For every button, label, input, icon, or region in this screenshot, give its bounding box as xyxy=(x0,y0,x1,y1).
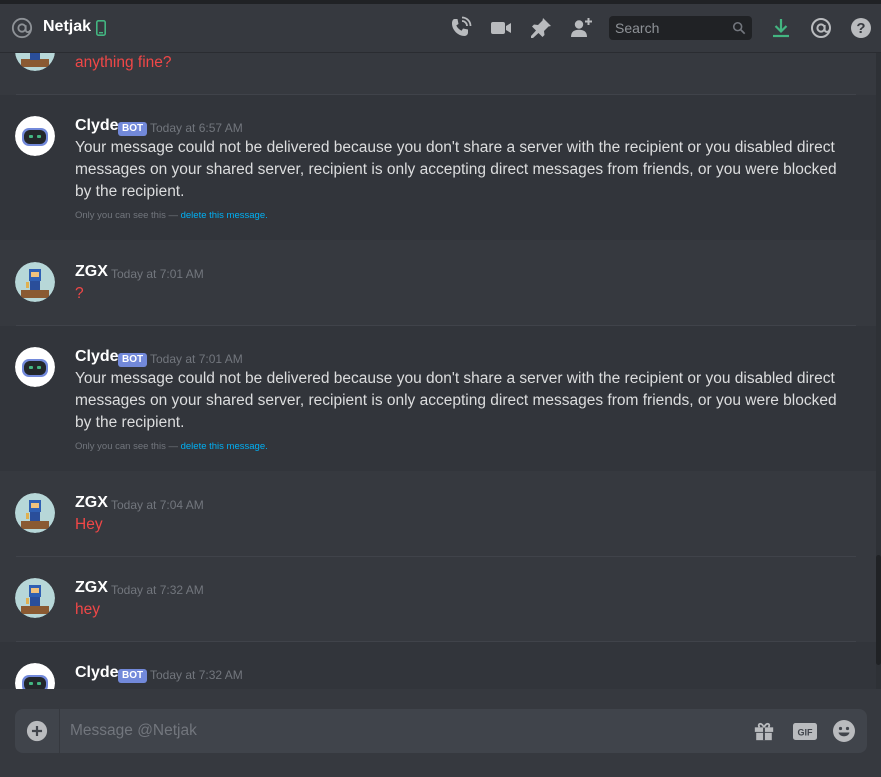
message-text: Hey xyxy=(75,516,103,533)
ephemeral-note: Only you can see this — delete this mess… xyxy=(75,210,268,221)
avatar-zgx-image xyxy=(15,578,55,618)
timestamp: Today at 7:01 AM xyxy=(111,267,204,281)
message-group: ZGX Today at 7:04 AM Hey xyxy=(0,471,876,556)
message-partial: anything fine? xyxy=(0,53,876,94)
delete-message-link[interactable]: delete this message. xyxy=(181,210,268,221)
message-group: Clyde BOT Today at 6:57 AM Your message … xyxy=(0,95,876,240)
search-icon xyxy=(732,21,746,35)
avatar[interactable] xyxy=(15,663,55,689)
timestamp: Today at 7:32 AM xyxy=(150,668,243,682)
bot-badge: BOT xyxy=(118,353,148,367)
avatar-zgx-image xyxy=(15,262,55,302)
mentions-icon[interactable] xyxy=(809,16,833,40)
ephemeral-note-text: Only you can see this — xyxy=(75,441,181,452)
scrollbar-thumb[interactable] xyxy=(876,555,881,665)
search-placeholder: Search xyxy=(615,20,660,36)
avatar[interactable] xyxy=(15,493,55,533)
ephemeral-note-text: Only you can see this — xyxy=(75,210,181,221)
gif-icon-label: GIF xyxy=(798,728,814,738)
delete-message-link[interactable]: delete this message. xyxy=(181,441,268,452)
pin-icon[interactable] xyxy=(529,16,553,40)
timestamp: Today at 7:32 AM xyxy=(111,583,204,597)
message-group: ZGX Today at 7:32 AM hey xyxy=(0,556,876,641)
ephemeral-note: Only you can see this — delete this mess… xyxy=(75,441,268,452)
clyde-avatar-icon xyxy=(15,116,55,156)
message-text: Your message could not be delivered beca… xyxy=(75,139,837,200)
clyde-avatar-icon xyxy=(15,663,55,689)
timestamp: Today at 7:04 AM xyxy=(111,498,204,512)
gift-icon[interactable] xyxy=(753,720,775,742)
avatar[interactable] xyxy=(15,53,55,71)
search-box[interactable]: Search xyxy=(609,16,752,40)
avatar[interactable] xyxy=(15,262,55,302)
avatar[interactable] xyxy=(15,116,55,156)
mobile-icon xyxy=(96,20,106,36)
start-voice-call-icon[interactable] xyxy=(448,16,472,40)
message-group: ZGX Today at 7:01 AM ? xyxy=(0,240,876,325)
avatar[interactable] xyxy=(15,578,55,618)
message-group: Clyde BOT Today at 7:01 AM Your message … xyxy=(0,326,876,471)
channel-header: Netjak Search ? xyxy=(0,4,881,53)
add-friend-icon[interactable] xyxy=(569,16,593,40)
message-text: anything fine? xyxy=(75,54,172,71)
channel-name: Netjak xyxy=(43,18,92,35)
avatar-zgx-image xyxy=(15,493,55,533)
username[interactable]: ZGX xyxy=(75,494,108,512)
avatar[interactable] xyxy=(15,347,55,387)
username[interactable]: Clyde xyxy=(75,117,119,135)
username[interactable]: ZGX xyxy=(75,263,108,281)
plus-circle-icon[interactable] xyxy=(26,720,48,742)
username[interactable]: ZGX xyxy=(75,579,108,597)
message-list[interactable]: anything fine? Clyde BOT Today at 6:57 A… xyxy=(0,53,876,689)
timestamp: Today at 7:01 AM xyxy=(150,352,243,366)
help-icon[interactable]: ? xyxy=(849,16,873,40)
bot-badge: BOT xyxy=(118,669,148,683)
timestamp: Today at 6:57 AM xyxy=(150,121,243,135)
message-composer: Message @Netjak GIF xyxy=(15,709,867,753)
message-group: Clyde BOT Today at 7:32 AM xyxy=(0,642,876,689)
gif-icon[interactable]: GIF xyxy=(793,723,817,740)
at-icon xyxy=(11,17,33,39)
emoji-icon[interactable] xyxy=(832,719,856,743)
clyde-avatar-icon xyxy=(15,347,55,387)
username[interactable]: Clyde xyxy=(75,348,119,366)
avatar-zgx-image xyxy=(15,53,55,71)
start-video-call-icon[interactable] xyxy=(489,16,513,40)
svg-text:?: ? xyxy=(856,20,865,37)
username[interactable]: Clyde xyxy=(75,664,119,682)
composer-separator xyxy=(59,709,60,753)
message-text: Your message could not be delivered beca… xyxy=(75,370,837,431)
bot-badge: BOT xyxy=(118,122,148,136)
message-input[interactable]: Message @Netjak xyxy=(70,722,197,740)
message-text: hey xyxy=(75,601,100,618)
download-icon[interactable] xyxy=(769,16,793,40)
message-text: ? xyxy=(75,285,84,302)
